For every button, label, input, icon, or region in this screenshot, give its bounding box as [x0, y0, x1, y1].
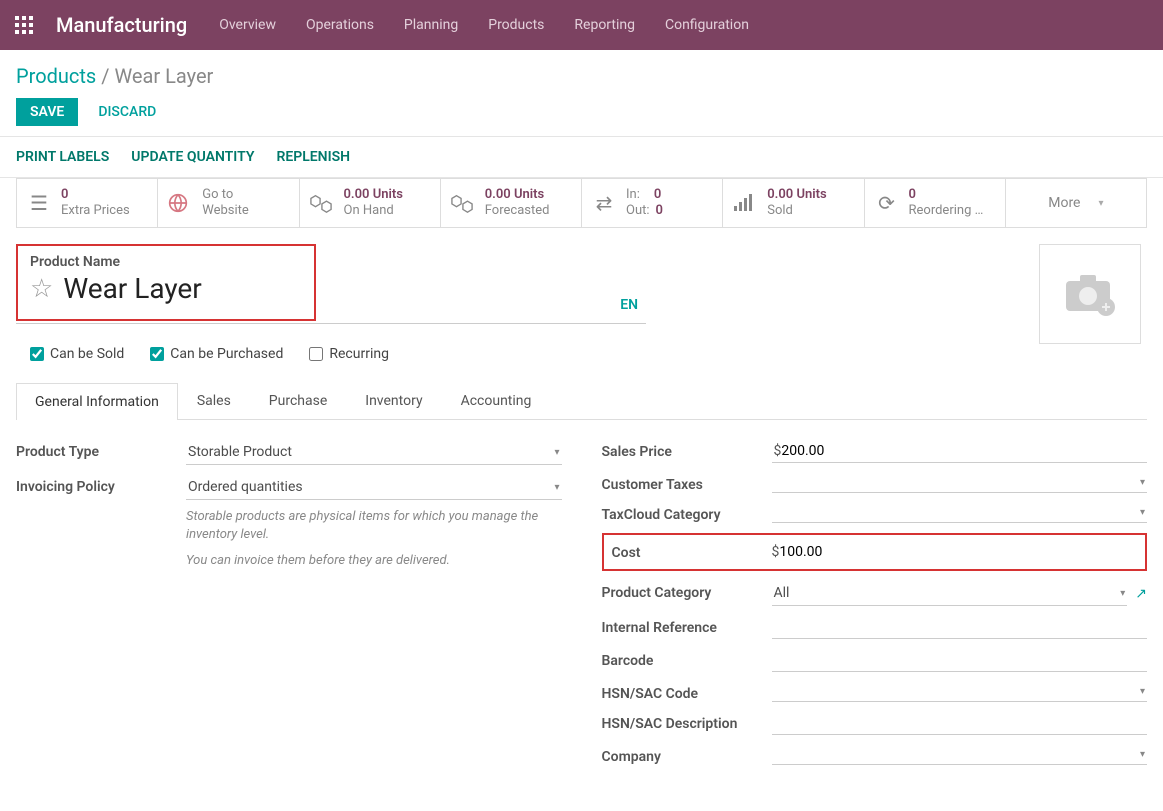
- external-link-icon[interactable]: ↗: [1135, 586, 1147, 602]
- hsn-code-label: HSN/SAC Code: [602, 682, 772, 702]
- invoicing-policy-select[interactable]: Ordered quantities▾: [186, 475, 562, 500]
- nav-products[interactable]: Products: [488, 17, 544, 33]
- discard-button[interactable]: DISCARD: [88, 98, 166, 126]
- tab-sales[interactable]: Sales: [178, 382, 250, 419]
- customer-taxes-select[interactable]: ▾: [772, 473, 1148, 493]
- company-label: Company: [602, 745, 772, 765]
- stat-more[interactable]: More ▾: [1006, 179, 1146, 227]
- secondary-actions: PRINT LABELS UPDATE QUANTITY REPLENISH: [0, 136, 1163, 178]
- chevron-down-icon: ▾: [1140, 477, 1145, 488]
- stat-reordering[interactable]: ⟳ 0 Reordering …: [865, 179, 1006, 227]
- hsn-code-select[interactable]: ▾: [772, 682, 1148, 702]
- customer-taxes-label: Customer Taxes: [602, 473, 772, 493]
- tab-content: Product Type Storable Product▾ Invoicing…: [16, 420, 1147, 795]
- nav-operations[interactable]: Operations: [306, 17, 374, 33]
- recurring-checkbox[interactable]: Recurring: [309, 346, 389, 362]
- product-category-select[interactable]: All▾: [772, 581, 1128, 606]
- replenish-link[interactable]: REPLENISH: [276, 149, 350, 165]
- company-select[interactable]: ▾: [772, 745, 1148, 765]
- breadcrumb-current: Wear Layer: [114, 64, 213, 88]
- tab-accounting[interactable]: Accounting: [442, 382, 551, 419]
- stat-website[interactable]: Go to Website: [158, 179, 299, 227]
- swap-icon: ⇄: [592, 191, 616, 215]
- hsn-desc-input[interactable]: [772, 712, 1148, 735]
- product-name-label: Product Name: [30, 254, 302, 270]
- product-name-input[interactable]: [63, 272, 283, 305]
- chevron-down-icon: ▾: [1120, 588, 1125, 599]
- boxes-icon: [451, 193, 475, 213]
- sales-price-label: Sales Price: [602, 440, 772, 460]
- product-type-label: Product Type: [16, 440, 186, 460]
- chevron-down-icon: ▾: [1098, 198, 1103, 209]
- product-tabs: General Information Sales Purchase Inven…: [16, 382, 1147, 420]
- stat-in-out[interactable]: ⇄ In:0 Out:0: [582, 179, 723, 227]
- update-quantity-link[interactable]: UPDATE QUANTITY: [131, 149, 254, 165]
- stat-on-hand[interactable]: 0.00 Units On Hand: [300, 179, 441, 227]
- cost-highlight: Cost $: [602, 533, 1148, 571]
- product-name-box: Product Name ☆: [16, 244, 316, 321]
- stat-forecasted[interactable]: 0.00 Units Forecasted: [441, 179, 582, 227]
- camera-icon: [1060, 269, 1120, 319]
- product-category-label: Product Category: [602, 581, 772, 601]
- nav-configuration[interactable]: Configuration: [665, 17, 749, 33]
- favorite-star-icon[interactable]: ☆: [30, 274, 53, 304]
- bars-icon: [733, 194, 757, 212]
- taxcloud-select[interactable]: ▾: [772, 503, 1148, 523]
- barcode-label: Barcode: [602, 649, 772, 669]
- stat-extra-prices[interactable]: ☰ 0 Extra Prices: [17, 179, 158, 227]
- barcode-input[interactable]: [772, 649, 1148, 672]
- save-button[interactable]: SAVE: [16, 98, 78, 126]
- chevron-down-icon: ▾: [1140, 686, 1145, 697]
- product-image-upload[interactable]: [1039, 244, 1141, 344]
- globe-icon: [168, 193, 192, 213]
- chevron-down-icon: ▾: [554, 482, 559, 493]
- app-title: Manufacturing: [56, 13, 187, 37]
- nav-links: Overview Operations Planning Products Re…: [219, 17, 749, 33]
- tab-purchase[interactable]: Purchase: [250, 382, 346, 419]
- taxcloud-label: TaxCloud Category: [602, 503, 772, 523]
- breadcrumb: Products / Wear Layer: [0, 50, 1163, 98]
- breadcrumb-parent[interactable]: Products: [16, 64, 96, 88]
- can-be-sold-checkbox[interactable]: Can be Sold: [30, 346, 124, 362]
- hsn-desc-label: HSN/SAC Description: [602, 712, 772, 732]
- internal-reference-input[interactable]: [772, 616, 1148, 639]
- left-column: Product Type Storable Product▾ Invoicing…: [16, 440, 562, 775]
- product-options: Can be Sold Can be Purchased Recurring: [16, 346, 646, 362]
- action-buttons: SAVE DISCARD: [0, 98, 1163, 136]
- product-type-select[interactable]: Storable Product▾: [186, 440, 562, 465]
- form-body: Product Name ☆ EN Can be Sold Can be Pur…: [0, 228, 1163, 811]
- nav-overview[interactable]: Overview: [219, 17, 276, 33]
- cost-label: Cost: [612, 541, 770, 561]
- can-be-purchased-checkbox[interactable]: Can be Purchased: [150, 346, 283, 362]
- stat-buttons: ☰ 0 Extra Prices Go to Website 0.00 Unit…: [16, 178, 1147, 228]
- chevron-down-icon: ▾: [554, 447, 559, 458]
- list-icon: ☰: [27, 191, 51, 215]
- chevron-down-icon: ▾: [1140, 749, 1145, 760]
- print-labels-link[interactable]: PRINT LABELS: [16, 149, 109, 165]
- invoicing-hint: Storable products are physical items for…: [186, 508, 562, 571]
- invoicing-policy-label: Invoicing Policy: [16, 475, 186, 495]
- cost-input[interactable]: $: [770, 541, 1138, 563]
- right-column: Sales Price $ Customer Taxes ▾ TaxCloud …: [602, 440, 1148, 775]
- tab-general-information[interactable]: General Information: [16, 383, 178, 420]
- apps-icon[interactable]: [14, 15, 34, 35]
- sales-price-input[interactable]: $: [772, 440, 1148, 463]
- internal-reference-label: Internal Reference: [602, 616, 772, 636]
- chevron-down-icon: ▾: [1140, 507, 1145, 518]
- nav-reporting[interactable]: Reporting: [574, 17, 635, 33]
- language-badge[interactable]: EN: [620, 297, 646, 321]
- tab-inventory[interactable]: Inventory: [346, 382, 441, 419]
- top-nav: Manufacturing Overview Operations Planni…: [0, 0, 1163, 50]
- nav-planning[interactable]: Planning: [404, 17, 458, 33]
- refresh-icon: ⟳: [875, 191, 899, 215]
- boxes-icon: [310, 193, 334, 213]
- stat-sold[interactable]: 0.00 Units Sold: [723, 179, 864, 227]
